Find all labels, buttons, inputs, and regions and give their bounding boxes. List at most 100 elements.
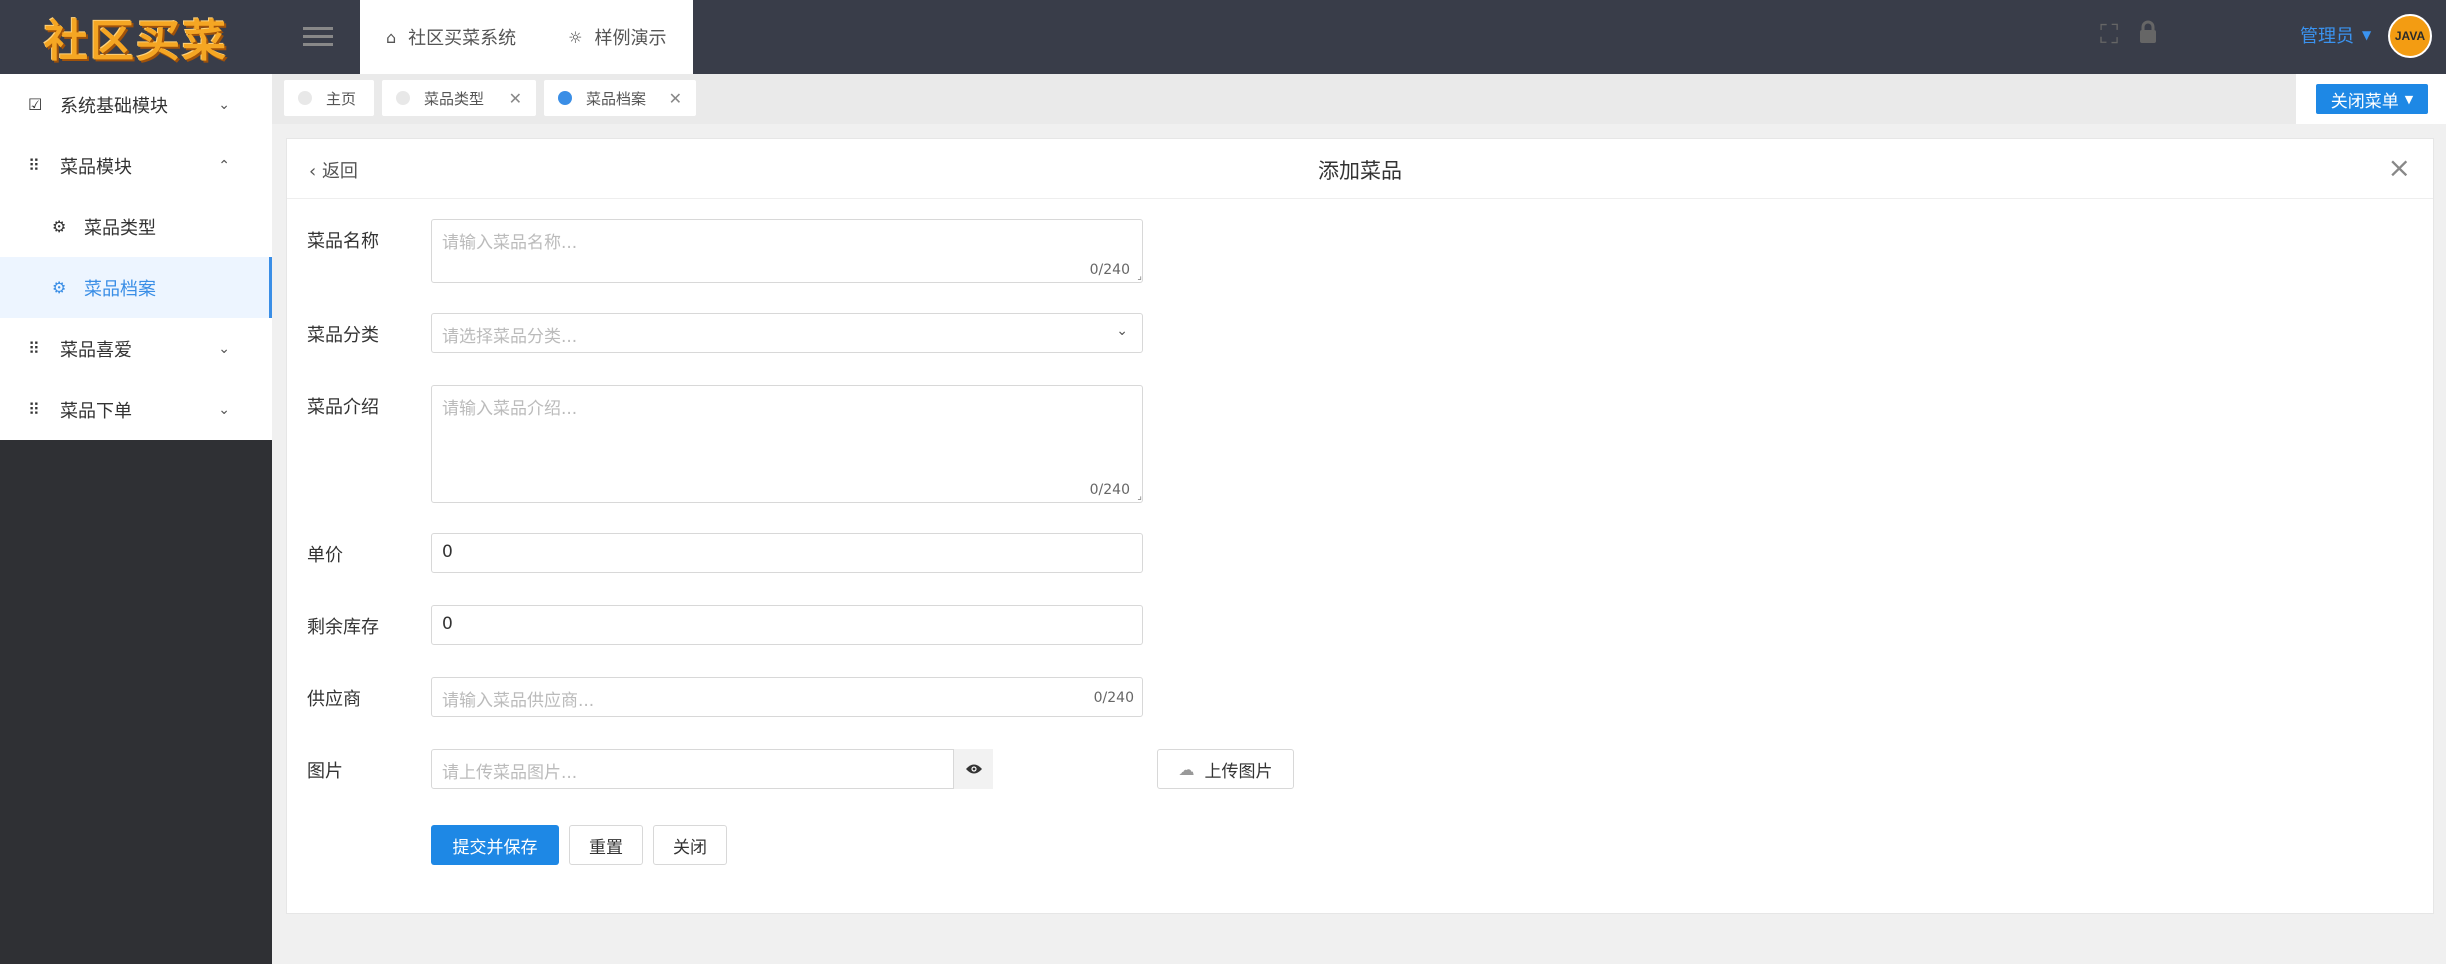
app-logo: 社区买菜 <box>0 0 272 74</box>
sidebar-item-label: 系统基础模块 <box>60 95 168 117</box>
form-row-intro: 菜品介绍 请输入菜品介绍... 0/240 ⌟ <box>307 385 1307 503</box>
chevron-down-icon: ⌄ <box>218 96 230 113</box>
page-tab-label: 菜品类型 <box>424 89 485 108</box>
char-counter: 0/240 <box>1089 262 1130 278</box>
sidebar-item-dish-favorite[interactable]: ⠿ 菜品喜爱 ⌄ <box>0 318 272 379</box>
sidebar-item-dish-module[interactable]: ⠿ 菜品模块 ⌃ <box>0 135 272 196</box>
close-menu-label: 关闭菜单 <box>2330 91 2399 112</box>
user-name: 管理员 <box>2300 26 2354 47</box>
price-input[interactable]: 0 <box>431 533 1143 573</box>
supplier-input[interactable]: 请输入菜品供应商... 0/240 <box>431 677 1143 717</box>
placeholder: 请选择菜品分类... <box>442 327 578 347</box>
form-row-image: 图片 请上传菜品图片... ☁ 上传图片 <box>307 749 1407 789</box>
close-menu-wrap: 关闭菜单 ▼ <box>2296 74 2446 124</box>
resize-handle-icon[interactable]: ⌟ <box>1137 491 1142 502</box>
sidebar-item-label: 菜品下单 <box>60 400 132 422</box>
form-row-price: 单价 0 <box>307 533 1307 573</box>
form-row-category: 菜品分类 请选择菜品分类... ⌄ <box>307 313 1307 353</box>
dish-category-select[interactable]: 请选择菜品分类... ⌄ <box>431 313 1143 353</box>
sidebar-item-label: 菜品类型 <box>84 217 156 239</box>
field-label: 菜品名称 <box>307 231 379 252</box>
page-tab-dish-type[interactable]: 菜品类型 ✕ <box>382 80 536 116</box>
form-row-name: 菜品名称 请输入菜品名称... 0/240 ⌟ <box>307 219 1307 283</box>
submit-save-button[interactable]: 提交并保存 <box>431 825 559 865</box>
page-tab-strip: 主页 菜品类型 ✕ 菜品档案 ✕ <box>272 74 2446 124</box>
page-tab-home[interactable]: 主页 <box>284 80 374 116</box>
card-header: ‹ 返回 添加菜品 × <box>287 139 2433 199</box>
sidebar-item-system-base[interactable]: ☑ 系统基础模块 ⌄ <box>0 74 272 135</box>
field-label: 图片 <box>307 761 343 782</box>
price-value: 0 <box>442 542 453 562</box>
close-icon[interactable]: × <box>2388 151 2411 184</box>
caret-down-icon: ▼ <box>2404 92 2414 106</box>
field-label: 剩余库存 <box>307 617 379 638</box>
bulb-icon: ☼ <box>568 27 583 47</box>
field-label: 供应商 <box>307 689 361 710</box>
header-tools: ⛶ <box>2100 20 2158 51</box>
stock-value: 0 <box>442 614 453 634</box>
close-icon[interactable]: ✕ <box>669 89 682 108</box>
field-label: 菜品介绍 <box>307 397 379 418</box>
char-counter: 0/240 <box>1089 482 1130 498</box>
header-tab-label: 社区买菜系统 <box>408 28 517 49</box>
placeholder: 请输入菜品介绍... <box>442 399 578 419</box>
fullscreen-icon[interactable]: ⛶ <box>2100 20 2118 51</box>
cloud-upload-icon: ☁ <box>1178 759 1195 779</box>
stock-input[interactable]: 0 <box>431 605 1143 645</box>
header-tab-label: 样例演示 <box>594 28 667 49</box>
placeholder: 请输入菜品名称... <box>442 233 578 253</box>
sidebar-item-dish-archive[interactable]: ⚙ 菜品档案 <box>0 257 272 318</box>
image-path-input[interactable]: 请上传菜品图片... <box>431 749 993 789</box>
dish-intro-textarea[interactable]: 请输入菜品介绍... 0/240 ⌟ <box>431 385 1143 503</box>
close-icon[interactable]: ✕ <box>509 89 522 108</box>
avatar[interactable]: JAVA <box>2388 14 2432 58</box>
page-tab-dish-archive[interactable]: 菜品档案 ✕ <box>544 80 696 116</box>
char-counter: 0/240 <box>1093 690 1134 706</box>
settings-icon: ⚙ <box>52 217 67 236</box>
preview-eye-icon[interactable] <box>953 749 993 789</box>
upload-label: 上传图片 <box>1204 761 1273 782</box>
dish-name-input[interactable]: 请输入菜品名称... 0/240 ⌟ <box>431 219 1143 283</box>
caret-down-icon: ▼ <box>2362 28 2372 42</box>
chevron-down-icon: ⌄ <box>218 401 230 418</box>
page-tab-label: 主页 <box>326 89 357 108</box>
tab-dot-icon <box>298 91 312 105</box>
page-tab-label: 菜品档案 <box>586 89 647 108</box>
field-label: 单价 <box>307 545 343 566</box>
placeholder: 请输入菜品供应商... <box>442 691 595 711</box>
tab-dot-icon <box>396 91 410 105</box>
user-menu[interactable]: 管理员 ▼ <box>2300 22 2371 48</box>
sidebar-item-dish-type[interactable]: ⚙ 菜品类型 <box>0 196 272 257</box>
reset-button[interactable]: 重置 <box>569 825 643 865</box>
upload-image-button[interactable]: ☁ 上传图片 <box>1157 749 1294 789</box>
chevron-down-icon: ⌄ <box>218 340 230 357</box>
tab-dot-icon <box>558 91 572 105</box>
header-tab-system[interactable]: ⌂ 社区买菜系统 <box>360 0 542 74</box>
grid-icon: ⠿ <box>28 156 40 175</box>
close-button[interactable]: 关闭 <box>653 825 727 865</box>
form-row-supplier: 供应商 请输入菜品供应商... 0/240 <box>307 677 1307 717</box>
sidebar-menu: ☑ 系统基础模块 ⌄ ⠿ 菜品模块 ⌃ ⚙ 菜品类型 ⚙ 菜品档案 ⠿ 菜品喜爱… <box>0 74 272 440</box>
sidebar: ☑ 系统基础模块 ⌄ ⠿ 菜品模块 ⌃ ⚙ 菜品类型 ⚙ 菜品档案 ⠿ 菜品喜爱… <box>0 74 272 964</box>
form-row-stock: 剩余库存 0 <box>307 605 1307 645</box>
sidebar-item-dish-order[interactable]: ⠿ 菜品下单 ⌄ <box>0 379 272 440</box>
header-tab-demo[interactable]: ☼ 样例演示 <box>542 0 692 74</box>
resize-handle-icon[interactable]: ⌟ <box>1137 271 1142 282</box>
grid-icon: ⠿ <box>28 400 40 419</box>
logo-text: 社区买菜 <box>44 16 228 67</box>
page-title: 添加菜品 <box>1318 159 1402 183</box>
avatar-text: JAVA <box>2394 29 2426 43</box>
grid-icon: ⠿ <box>28 339 40 358</box>
close-menu-button[interactable]: 关闭菜单 ▼ <box>2316 84 2428 114</box>
add-dish-card: ‹ 返回 添加菜品 × 菜品名称 请输入菜品名称... 0/240 ⌟ 菜品分类… <box>286 138 2434 914</box>
menu-toggle-icon[interactable] <box>300 22 336 52</box>
chevron-down-icon: ⌄ <box>1116 323 1128 339</box>
placeholder: 请上传菜品图片... <box>442 763 578 783</box>
home-icon: ⌂ <box>386 27 397 47</box>
sidebar-item-label: 菜品模块 <box>60 156 132 178</box>
top-bar: 社区买菜 ⌂ 社区买菜系统 ☼ 样例演示 ⛶ 管理员 ▼ JAVA <box>0 0 2446 74</box>
field-label: 菜品分类 <box>307 325 379 346</box>
lock-icon[interactable] <box>2138 20 2158 51</box>
sidebar-item-label: 菜品档案 <box>84 278 156 300</box>
chevron-up-icon: ⌃ <box>218 157 230 174</box>
